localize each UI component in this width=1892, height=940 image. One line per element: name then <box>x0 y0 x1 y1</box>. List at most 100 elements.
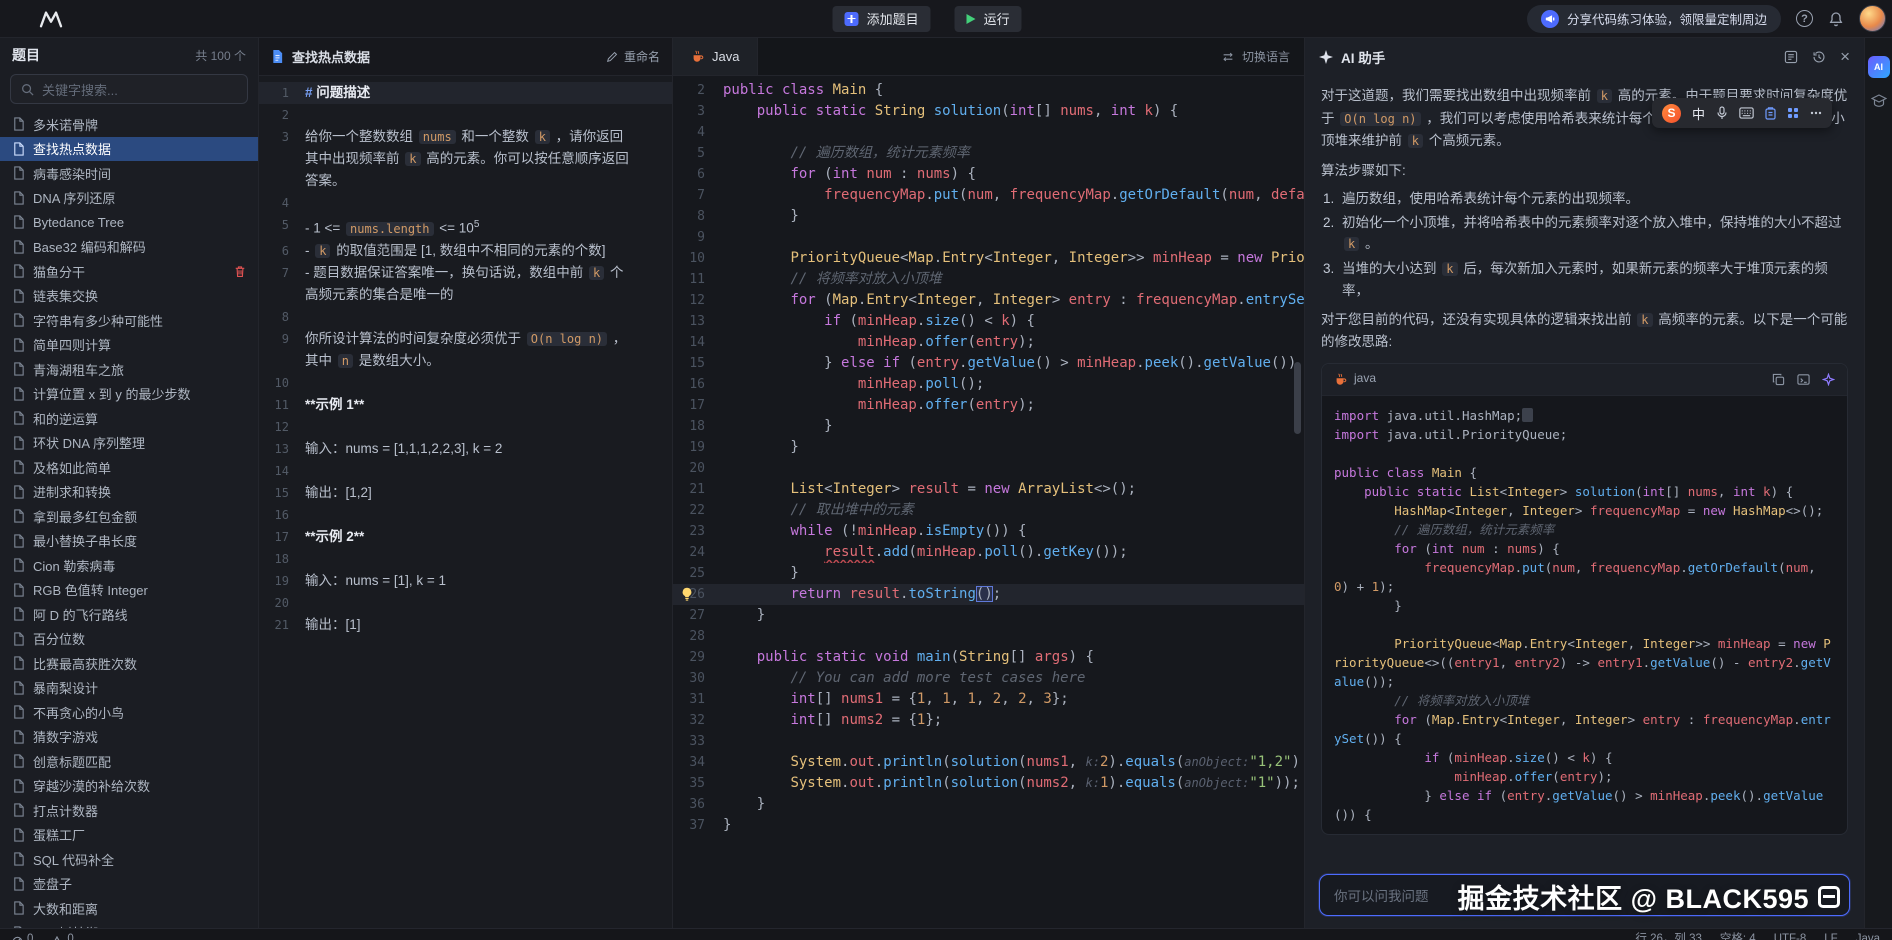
user-avatar[interactable] <box>1859 5 1886 32</box>
insert-code-icon[interactable] <box>1797 373 1810 386</box>
sogou-input-icon[interactable]: S <box>1662 104 1681 123</box>
code-line[interactable]: 16 minHeap.poll(); <box>673 374 1304 395</box>
description-line[interactable]: 14 <box>259 460 672 482</box>
sidebar-item[interactable]: 猫鱼分干 <box>0 259 258 284</box>
sidebar-item[interactable]: 进制求和转换 <box>0 480 258 505</box>
sidebar-item[interactable]: 比赛最高获胜次数 <box>0 651 258 676</box>
description-line[interactable]: 9你所设计算法的时间复杂度必须优于 O(n log n) ，其中 n 是数组大小… <box>259 328 672 372</box>
code-line[interactable]: 4 <box>673 122 1304 143</box>
description-line[interactable]: 4 <box>259 192 672 214</box>
sidebar-item[interactable]: 穿越沙漠的补给次数 <box>0 774 258 799</box>
rename-button[interactable]: 重命名 <box>606 48 660 65</box>
ime-language-toggle[interactable]: 中 <box>1692 104 1705 123</box>
sidebar-item[interactable]: 计算位置 x 到 y 的最少步数 <box>0 382 258 407</box>
description-line[interactable]: 10 <box>259 372 672 394</box>
code-line[interactable]: 7 frequencyMap.put(num, frequencyMap.get… <box>673 185 1304 206</box>
status-item[interactable]: UTF-8 <box>1774 929 1807 940</box>
code-line[interactable]: 14 minHeap.offer(entry); <box>673 332 1304 353</box>
sidebar-item[interactable]: 蛋糕工厂 <box>0 823 258 848</box>
switch-language-button[interactable]: 切换语言 <box>1221 48 1290 65</box>
run-button[interactable]: 运行 <box>955 6 1022 32</box>
more-icon[interactable] <box>1810 111 1822 115</box>
keyboard-icon[interactable] <box>1739 107 1754 119</box>
sidebar-item[interactable]: DNA 序列还原 <box>0 186 258 211</box>
ime-toolbar[interactable]: S 中 <box>1652 98 1832 128</box>
code-line[interactable]: 17 minHeap.offer(entry); <box>673 395 1304 416</box>
sidebar-item[interactable]: 最小替换子串长度 <box>0 529 258 554</box>
sidebar-item[interactable]: 阿 D 的飞行路线 <box>0 602 258 627</box>
description-line[interactable]: 13输入：nums = [1,1,1,2,2,3], k = 2 <box>259 438 672 460</box>
sidebar-item[interactable]: 简单四则计算 <box>0 333 258 358</box>
code-line[interactable]: 21 List<Integer> result = new ArrayList<… <box>673 479 1304 500</box>
code-line[interactable]: 28 <box>673 626 1304 647</box>
code-line[interactable]: 20 <box>673 458 1304 479</box>
tab-java[interactable]: Java <box>673 38 758 75</box>
code-line[interactable]: 19 } <box>673 437 1304 458</box>
code-line[interactable]: 9 <box>673 227 1304 248</box>
sidebar-item[interactable]: 及格如此简单 <box>0 455 258 480</box>
sidebar-item[interactable]: 壶盘子 <box>0 872 258 897</box>
errors-count[interactable]: 0 <box>12 929 33 940</box>
sidebar-item[interactable]: 不再贪心的小鸟 <box>0 700 258 725</box>
copy-icon[interactable] <box>1772 373 1785 386</box>
description-line[interactable]: 1# 问题描述 <box>259 82 672 104</box>
code-line[interactable]: 18 } <box>673 416 1304 437</box>
code-line[interactable]: 15 } else if (entry.getValue() > minHeap… <box>673 353 1304 374</box>
description-line[interactable]: 5- 1 <= nums.length <= 105 <box>259 214 672 240</box>
description-line[interactable]: 2 <box>259 104 672 126</box>
description-line[interactable]: 20 <box>259 592 672 614</box>
code-line[interactable]: 34 System.out.println(solution(nums1, k:… <box>673 752 1304 773</box>
sidebar-item[interactable]: 查找热点数据 <box>0 137 258 162</box>
search-input[interactable]: 关键字搜索... <box>10 74 248 104</box>
help-icon[interactable]: ? <box>1796 10 1813 27</box>
sidebar-item[interactable]: SQL 代码补全 <box>0 847 258 872</box>
code-line[interactable]: 32 int[] nums2 = {1}; <box>673 710 1304 731</box>
code-line[interactable]: 37} <box>673 815 1304 836</box>
add-problem-button[interactable]: 添加题目 <box>833 6 931 32</box>
status-item[interactable]: LF <box>1824 929 1837 940</box>
code-line[interactable]: 30 // You can add more test cases here <box>673 668 1304 689</box>
sidebar-item[interactable]: 大数和距离 <box>0 896 258 921</box>
sidebar-item[interactable]: 环状 DNA 序列整理 <box>0 431 258 456</box>
code-line[interactable]: 8 } <box>673 206 1304 227</box>
code-editor[interactable]: 2public class Main {3 public static Stri… <box>673 76 1304 928</box>
code-line[interactable]: 13 if (minHeap.size() < k) { <box>673 311 1304 332</box>
status-item[interactable]: Java <box>1856 929 1880 940</box>
feedback-icon[interactable] <box>1784 50 1798 64</box>
code-line[interactable]: 2public class Main { <box>673 80 1304 101</box>
sidebar-item[interactable]: 链表集交换 <box>0 284 258 309</box>
problem-description[interactable]: 1# 问题描述23给你一个整数数组 nums 和一个整数 k ，请你返回其中出现… <box>259 76 672 928</box>
sidebar-item[interactable]: 青海湖租车之旅 <box>0 357 258 382</box>
code-line[interactable]: 31 int[] nums1 = {1, 1, 1, 2, 2, 3}; <box>673 689 1304 710</box>
mic-icon[interactable] <box>1716 106 1728 120</box>
sidebar-item[interactable]: 创意标题匹配 <box>0 749 258 774</box>
warnings-count[interactable]: 0 <box>51 929 73 940</box>
lightbulb-icon[interactable] <box>680 587 694 601</box>
code-line[interactable]: 10 PriorityQueue<Map.Entry<Integer, Inte… <box>673 248 1304 269</box>
sidebar-item[interactable]: 多米诺骨牌 <box>0 112 258 137</box>
code-line[interactable]: 29 public static void main(String[] args… <box>673 647 1304 668</box>
code-line[interactable]: 36 } <box>673 794 1304 815</box>
description-line[interactable]: 8 <box>259 306 672 328</box>
code-line[interactable]: 22 // 取出堆中的元素 <box>673 500 1304 521</box>
sidebar-item[interactable]: 拿到最多红包金额 <box>0 504 258 529</box>
code-line[interactable]: 35 System.out.println(solution(nums2, k:… <box>673 773 1304 794</box>
apps-grid-icon[interactable] <box>1787 107 1799 119</box>
sidebar-item[interactable]: Base32 编码和解码 <box>0 235 258 260</box>
code-line[interactable]: 11 // 将频率对放入小顶堆 <box>673 269 1304 290</box>
apply-code-icon[interactable] <box>1822 373 1835 386</box>
ai-assistant-launcher-icon[interactable]: AI <box>1868 56 1890 78</box>
code-line[interactable]: 3 public static String solution(int[] nu… <box>673 101 1304 122</box>
code-line[interactable]: 26 return result.toString(); <box>673 584 1304 605</box>
marscode-logo[interactable] <box>38 9 64 29</box>
sidebar-item[interactable]: 和的逆运算 <box>0 406 258 431</box>
history-icon[interactable] <box>1812 50 1826 64</box>
code-line[interactable]: 25 } <box>673 563 1304 584</box>
ai-input[interactable]: 你可以问我问题 <box>1319 874 1850 916</box>
description-line[interactable]: 18 <box>259 548 672 570</box>
sidebar-item[interactable]: 字符串有多少种可能性 <box>0 308 258 333</box>
description-line[interactable]: 6- k 的取值范围是 [1, 数组中不相同的元素的个数] <box>259 240 672 262</box>
code-line[interactable]: 5 // 遍历数组，统计元素频率 <box>673 143 1304 164</box>
sidebar-item[interactable]: Cion 勒索病毒 <box>0 553 258 578</box>
delete-icon[interactable] <box>234 265 246 278</box>
